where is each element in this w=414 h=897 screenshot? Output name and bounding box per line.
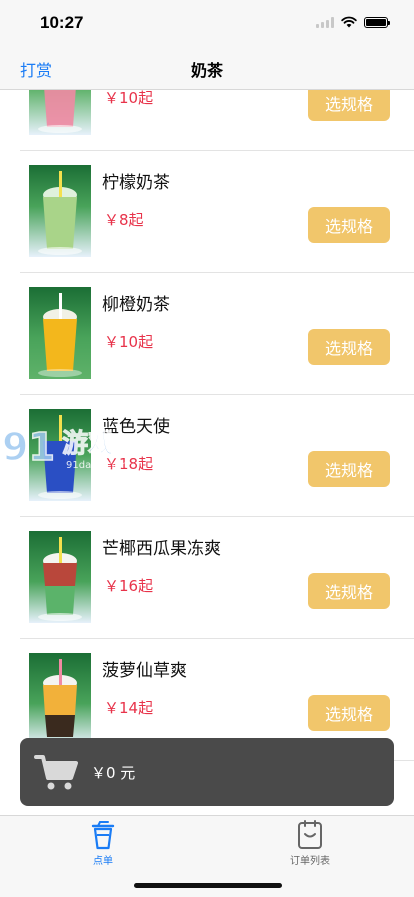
product-price: ￥10起 <box>104 90 154 107</box>
product-name: 柠檬奶茶 <box>102 173 170 193</box>
product-image <box>29 90 91 135</box>
home-indicator <box>134 883 282 888</box>
select-spec-button[interactable]: 选规格 <box>308 329 390 365</box>
select-spec-button[interactable]: 选规格 <box>308 451 390 487</box>
select-spec-button[interactable]: 选规格 <box>308 695 390 731</box>
list-item[interactable]: 芒椰西瓜果冻爽 ￥16起 选规格 <box>20 517 414 639</box>
tab-order-list[interactable]: 订单列表 <box>250 820 370 867</box>
product-name: 芒椰西瓜果冻爽 <box>102 539 221 559</box>
wifi-icon <box>341 16 357 28</box>
product-name: 柳橙奶茶 <box>102 295 170 315</box>
status-bar: 10:27 <box>0 0 414 46</box>
select-spec-button[interactable]: 选规格 <box>308 207 390 243</box>
product-image <box>29 287 91 379</box>
tab-order[interactable]: 点单 <box>43 820 163 867</box>
product-image <box>29 531 91 623</box>
navigation-bar: 打赏 奶茶 <box>0 46 414 90</box>
cart-total: ￥0 元 <box>91 764 136 782</box>
product-price: ￥10起 <box>104 333 154 351</box>
product-price: ￥18起 <box>104 455 154 473</box>
page-title: 奶茶 <box>190 61 223 80</box>
product-image <box>29 409 91 501</box>
shopping-cart-icon[interactable] <box>34 752 78 792</box>
select-spec-button[interactable]: 选规格 <box>308 573 390 609</box>
select-spec-button[interactable]: 选规格 <box>308 90 390 121</box>
list-item[interactable]: ￥10起 选规格 <box>20 90 414 151</box>
cart-bar[interactable]: ￥0 元 <box>20 738 394 806</box>
list-item[interactable]: 蓝色天使 ￥18起 选规格 <box>20 395 414 517</box>
product-name: 蓝色天使 <box>102 417 170 437</box>
status-icons <box>316 16 390 28</box>
product-image <box>29 165 91 257</box>
battery-icon <box>364 16 390 28</box>
order-list-icon <box>298 820 322 849</box>
product-price: ￥16起 <box>104 577 154 595</box>
product-list[interactable]: ￥10起 选规格 柠檬奶茶 ￥8起 选规格 柳橙奶茶 ￥10起 选规格 蓝色天使… <box>0 90 414 815</box>
product-image <box>29 653 91 745</box>
status-time: 10:27 <box>40 13 84 32</box>
tab-label: 点单 <box>93 856 113 867</box>
product-price: ￥8起 <box>104 211 144 229</box>
tab-label: 订单列表 <box>290 856 330 867</box>
cellular-signal-icon <box>316 16 334 28</box>
product-name: 菠萝仙草爽 <box>102 661 187 681</box>
product-price: ￥14起 <box>104 699 154 717</box>
list-item[interactable]: 柠檬奶茶 ￥8起 选规格 <box>20 151 414 273</box>
list-item[interactable]: 柳橙奶茶 ￥10起 选规格 <box>20 273 414 395</box>
cup-icon <box>91 821 115 850</box>
